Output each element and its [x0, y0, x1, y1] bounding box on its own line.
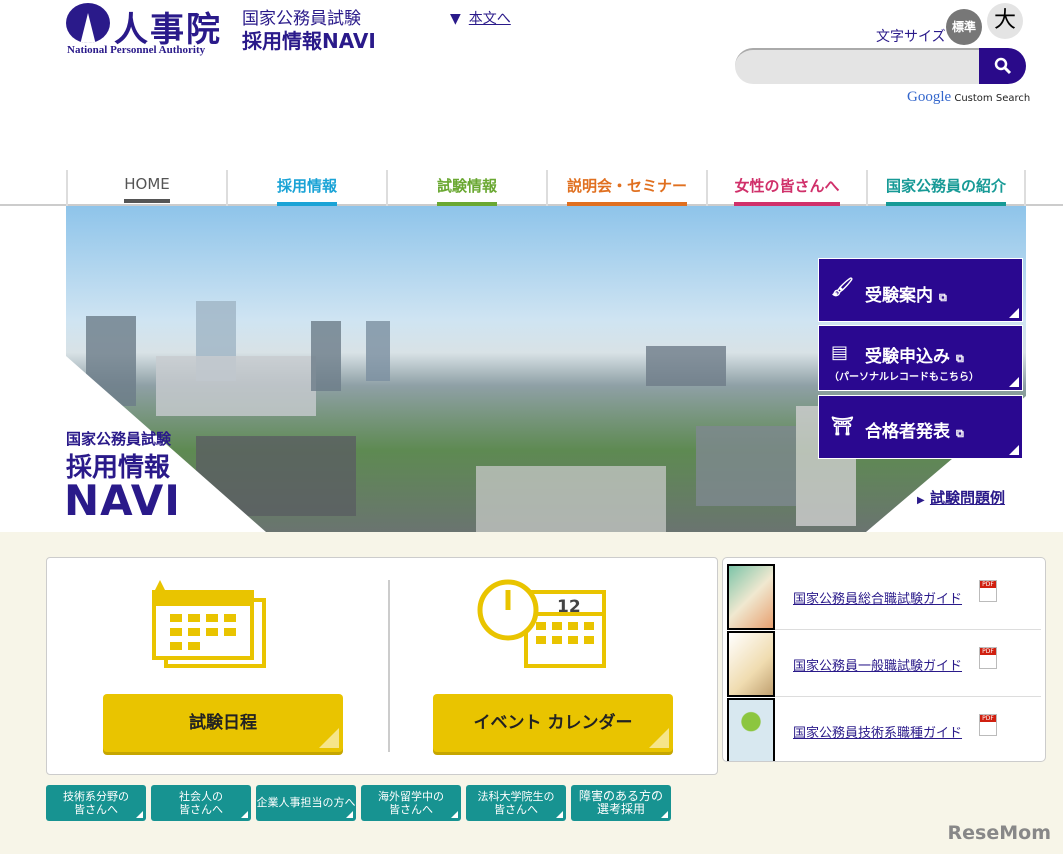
target-button-disabilities[interactable]: 障害のある方の 選考採用	[571, 785, 671, 821]
event-calendar-button[interactable]: イベント カレンダー	[433, 694, 673, 752]
search-icon	[994, 57, 1011, 75]
guide-item: 国家公務員総合職試験ガイド PDF	[727, 564, 1041, 630]
external-window-icon: ⧉	[956, 352, 964, 365]
external-window-icon: ⧉	[956, 427, 964, 440]
google-custom-search: Google Custom Search	[907, 89, 1031, 105]
card-divider	[388, 580, 390, 752]
font-size-label: 文字サイズ	[876, 29, 946, 45]
exam-guide-button[interactable]: 🖌 受験案内 ⧉	[818, 258, 1023, 322]
logo-mark-icon[interactable]	[66, 3, 110, 43]
nav-exam-info[interactable]: 試験情報	[386, 170, 546, 206]
guide-cover-thumbnail[interactable]	[727, 698, 775, 761]
brush-icon: 🖌	[831, 277, 854, 298]
external-window-icon: ⧉	[939, 291, 947, 304]
results-announcement-button[interactable]: ⛩ 合格者発表 ⧉	[818, 395, 1023, 459]
exam-examples-link[interactable]: ▶ 試験問題例	[917, 487, 1005, 508]
skip-link[interactable]: 本文へ	[469, 11, 511, 27]
bulletin-board-icon: ⛩	[831, 416, 854, 437]
search-button[interactable]	[979, 48, 1026, 84]
target-button-working-adults[interactable]: 社会人の 皆さんへ	[151, 785, 251, 821]
guide-item: 国家公務員技術系職種ガイド PDF	[727, 698, 1041, 761]
nav-recruitment[interactable]: 採用情報	[226, 170, 386, 206]
hero-navi-subtitle: 国家公務員試験	[66, 430, 172, 448]
nav-women[interactable]: 女性の皆さんへ	[706, 170, 866, 206]
search-input[interactable]	[735, 48, 980, 84]
font-size-large-button[interactable]: 大	[987, 3, 1023, 39]
target-button-engineering[interactable]: 技術系分野の 皆さんへ	[46, 785, 146, 821]
exam-schedule-button[interactable]: 試験日程	[103, 694, 343, 752]
calendar-icon	[152, 580, 266, 668]
nav-seminars[interactable]: 説明会・セミナー	[546, 170, 706, 206]
exam-application-button[interactable]: ▤ 受験申込み ⧉ （パーソナルレコードもこちら）	[818, 325, 1023, 391]
nav-home[interactable]: HOME	[66, 170, 226, 206]
pdf-icon: PDF	[979, 714, 997, 736]
guide-link[interactable]: 国家公務員総合職試験ガイド	[793, 588, 962, 607]
calendar-date-number: 12	[557, 597, 581, 617]
target-button-overseas[interactable]: 海外留学中の 皆さんへ	[361, 785, 461, 821]
triangle-right-icon: ▶	[917, 495, 925, 506]
guide-link[interactable]: 国家公務員技術系職種ガイド	[793, 722, 962, 741]
font-size-standard-button[interactable]: 標準	[946, 9, 982, 45]
nav-introduction[interactable]: 国家公務員の紹介	[866, 170, 1026, 206]
main-nav: HOME 採用情報 試験情報 説明会・セミナー 女性の皆さんへ 国家公務員の紹介	[0, 170, 1063, 206]
target-button-hr[interactable]: 企業人事担当の方へ	[256, 785, 356, 821]
guide-cover-thumbnail[interactable]	[727, 564, 775, 630]
document-icon: ▤	[831, 342, 849, 363]
pdf-icon: PDF	[979, 647, 997, 669]
guide-item: 国家公務員一般職試験ガイド PDF	[727, 631, 1041, 697]
guide-cover-thumbnail[interactable]	[727, 631, 775, 697]
target-button-law-school[interactable]: 法科大学院生の 皆さんへ	[466, 785, 566, 821]
logo-english: National Personnel Authority	[67, 44, 206, 56]
personal-record-note: （パーソナルレコードもこちら）	[829, 372, 979, 383]
triangle-down-icon: ▼	[450, 11, 461, 27]
hero-navi-logo: NAVI	[64, 476, 181, 525]
watermark: ReseMom	[947, 822, 1051, 844]
pdf-icon: PDF	[979, 580, 997, 602]
guide-link[interactable]: 国家公務員一般職試験ガイド	[793, 655, 962, 674]
clock-calendar-icon	[477, 579, 606, 668]
skip-to-content: ▼ 本文へ	[450, 8, 511, 28]
guide-list: 国家公務員総合職試験ガイド PDF 国家公務員一般職試験ガイド PDF 国家公務…	[722, 557, 1046, 762]
site-title: 採用情報NAVI	[242, 29, 376, 53]
